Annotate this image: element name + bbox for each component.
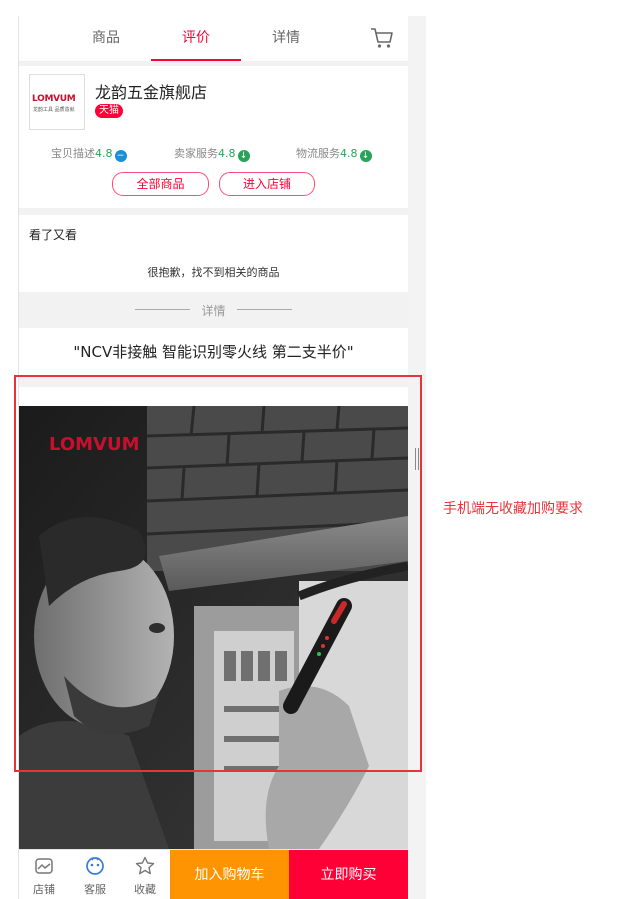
shop-icon [35,858,53,874]
score-down-indicator: ↓ [359,150,372,162]
all-products-button[interactable]: 全部商品 [112,172,209,196]
score-description: 宝贝描述4.8− [51,145,127,162]
annotation-note: 手机端无收藏加购要求 [443,501,583,517]
score-logistics: 物流服务4.8 ↓ [296,145,372,162]
score-label: 物流服务 [296,147,340,160]
chat-face-icon [86,857,104,875]
see-also-title: 看了又看 [29,228,78,242]
detail-divider: 详情 [19,292,408,328]
star-icon [135,856,155,875]
score-value: 4.8 [95,147,113,160]
shop-logo-subtext: 龙韵工具 品质造就 [33,107,75,113]
shop-logo-text: LOMVUM [32,94,76,104]
cart-icon[interactable] [370,27,394,49]
shop-tab-label: 店铺 [33,883,55,896]
empty-message: 很抱歉，找不到相关的商品 [147,266,280,279]
buy-now-button[interactable]: 立即购买 [289,850,408,899]
add-to-cart-button[interactable]: 加入购物车 [170,850,289,899]
score-down-indicator: ↓ [237,150,250,162]
score-value: 4.8 [340,147,358,160]
shop-card: LOMVUM 龙韵工具 品质造就 龙韵五金旗舰店 天猫 宝贝描述4.8− 卖家服… [19,66,408,208]
tab-reviews[interactable]: 评价 [151,16,241,61]
divider-line [237,309,292,310]
product-title: "NCV非接触 智能识别零火线 第二支半价" [19,328,408,376]
tab-details[interactable]: 详情 [251,16,321,61]
favorite-label: 收藏 [134,883,156,896]
score-label: 宝贝描述 [51,147,95,160]
see-also-section: 看了又看 很抱歉，找不到相关的商品 [19,215,408,292]
score-equal-indicator: − [114,150,127,162]
customer-service-label: 客服 [84,883,106,896]
annotation-highlight-box [14,375,422,772]
shop-logo[interactable]: LOMVUM 龙韵工具 品质造就 [29,74,85,130]
shop-tab-button[interactable]: 店铺 [19,850,69,899]
detail-divider-label: 详情 [201,304,226,318]
bottom-action-bar: 店铺 客服 收藏 加入购物车 立即购买 [19,849,408,899]
tab-products[interactable]: 商品 [71,16,141,61]
score-label: 卖家服务 [174,147,218,160]
favorite-button[interactable]: 收藏 [120,850,170,899]
score-service: 卖家服务4.8 ↓ [174,145,250,162]
score-value: 4.8 [218,147,236,160]
customer-service-button[interactable]: 客服 [70,850,120,899]
enter-shop-button[interactable]: 进入店铺 [219,172,315,196]
shop-name[interactable]: 龙韵五金旗舰店 [95,79,207,103]
top-tab-bar: 商品 评价 详情 [19,16,408,62]
tmall-badge: 天猫 [95,104,123,118]
